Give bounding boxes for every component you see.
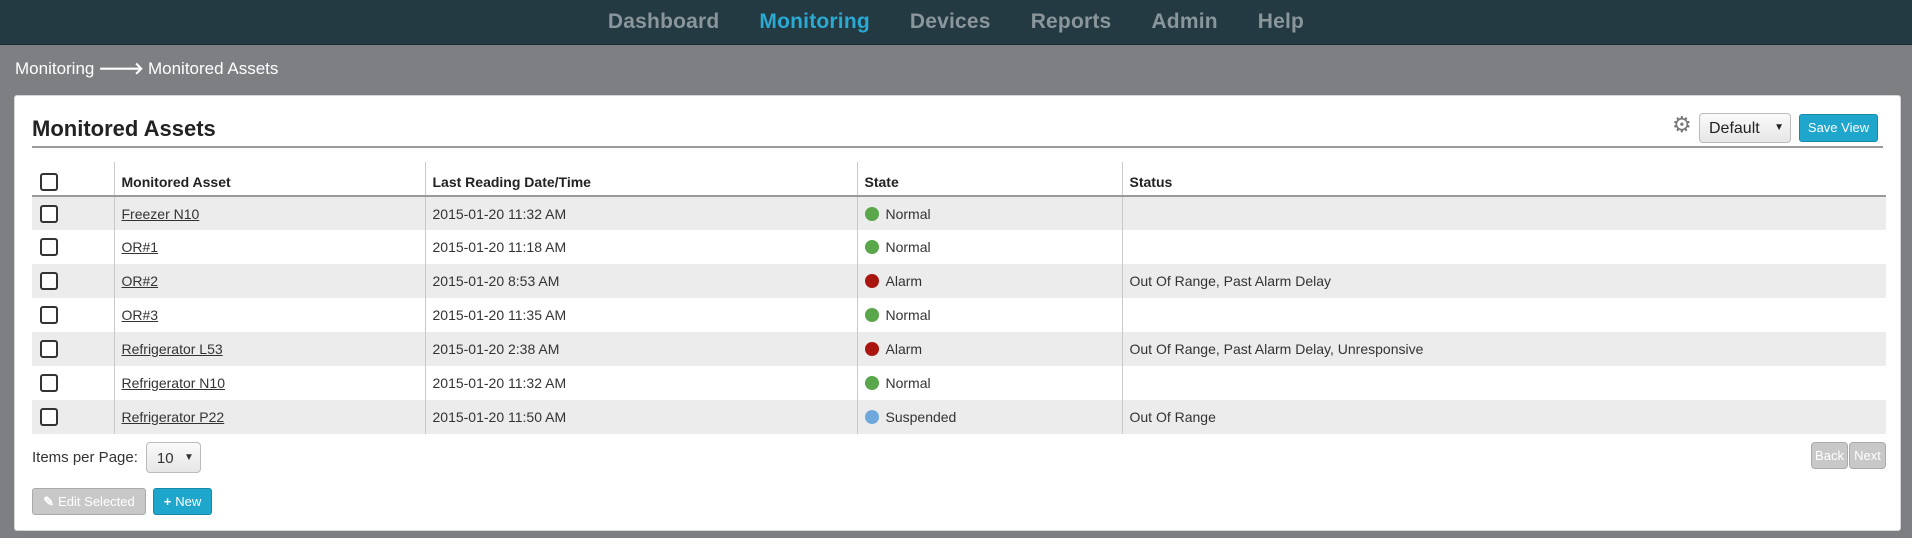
asset-link[interactable]: OR#3: [122, 307, 159, 323]
plus-icon: +: [163, 494, 172, 509]
state-dot-icon: [864, 342, 879, 356]
edit-selected-button[interactable]: ✎ Edit Selected: [32, 488, 146, 515]
items-per-page-select[interactable]: 10 ▼: [145, 442, 201, 473]
state-dot-icon: [864, 274, 879, 288]
nav-devices[interactable]: Devices: [910, 10, 991, 34]
breadcrumb-monitoring[interactable]: Monitoring: [15, 59, 94, 79]
table-row: OR#1 2015-01-20 11:18 AM Normal: [32, 230, 1886, 264]
row-checkbox[interactable]: [40, 272, 58, 291]
panel-header: Monitored Assets ⚙ Default ▼ Save View: [32, 106, 1883, 148]
nav-admin[interactable]: Admin: [1151, 10, 1217, 34]
last-reading-cell: 2015-01-20 2:38 AM: [424, 332, 857, 366]
table-row: OR#2 2015-01-20 8:53 AM Alarm Out Of Ran…: [32, 264, 1886, 298]
state-label: Suspended: [885, 409, 957, 425]
status-cell: Out Of Range, Past Alarm Delay, Unrespon…: [1121, 332, 1886, 366]
row-checkbox[interactable]: [40, 374, 58, 393]
header-monitored-asset[interactable]: Monitored Asset: [113, 162, 425, 197]
caret-down-icon: ▼: [1774, 122, 1784, 133]
last-reading-cell: 2015-01-20 11:32 AM: [424, 366, 857, 400]
table-header-row: Monitored Asset Last Reading Date/Time S…: [32, 162, 1886, 197]
status-cell: Out Of Range, Past Alarm Delay: [1121, 264, 1886, 298]
state-dot-icon: [864, 240, 879, 254]
edit-icon: ✎: [43, 494, 55, 509]
caret-down-icon: ▼: [183, 452, 194, 463]
page-title: Monitored Assets: [32, 116, 216, 141]
state-label: Normal: [885, 375, 931, 391]
state-dot-icon: [864, 410, 879, 424]
select-all-checkbox[interactable]: [40, 173, 58, 192]
row-checkbox[interactable]: [40, 306, 58, 325]
last-reading-cell: 2015-01-20 11:32 AM: [424, 196, 857, 230]
status-cell: [1121, 298, 1886, 332]
row-checkbox[interactable]: [40, 408, 58, 427]
last-reading-cell: 2015-01-20 11:50 AM: [424, 400, 857, 434]
table-row: Freezer N10 2015-01-20 11:32 AM Normal: [32, 196, 1886, 230]
asset-link[interactable]: Refrigerator N10: [122, 375, 226, 391]
nav-help[interactable]: Help: [1258, 10, 1304, 34]
header-last-reading[interactable]: Last Reading Date/Time: [424, 162, 857, 197]
last-reading-cell: 2015-01-20 11:18 AM: [424, 230, 857, 264]
header-status[interactable]: Status: [1121, 162, 1886, 197]
top-navigation: Dashboard Monitoring Devices Reports Adm…: [0, 0, 1912, 45]
asset-link[interactable]: Refrigerator L53: [122, 341, 223, 357]
status-cell: [1121, 366, 1886, 400]
table-row: Refrigerator N10 2015-01-20 11:32 AM Nor…: [32, 366, 1886, 400]
status-cell: [1121, 196, 1886, 230]
state-dot-icon: [864, 308, 879, 322]
table-row: OR#3 2015-01-20 11:35 AM Normal: [32, 298, 1886, 332]
new-button[interactable]: + New: [153, 488, 212, 515]
status-cell: [1121, 230, 1886, 264]
view-select-value: Default: [1709, 120, 1760, 137]
state-label: Normal: [885, 307, 931, 323]
breadcrumb-arrow-icon: 🡒: [98, 59, 144, 78]
items-per-page-label: Items per Page:: [32, 449, 138, 466]
items-per-page: Items per Page: 10 ▼: [32, 442, 201, 473]
row-checkbox[interactable]: [40, 204, 58, 223]
assets-table: Monitored Asset Last Reading Date/Time S…: [32, 162, 1886, 434]
items-per-page-value: 10: [156, 450, 174, 467]
status-cell: Out Of Range: [1121, 400, 1886, 434]
monitored-assets-panel: Monitored Assets ⚙ Default ▼ Save View M…: [14, 95, 1901, 531]
row-checkbox[interactable]: [40, 238, 58, 257]
asset-link[interactable]: OR#2: [122, 273, 159, 289]
nav-monitoring[interactable]: Monitoring: [759, 10, 869, 34]
nav-reports[interactable]: Reports: [1031, 10, 1112, 34]
state-label: Normal: [885, 239, 931, 255]
next-button[interactable]: Next: [1849, 442, 1886, 469]
last-reading-cell: 2015-01-20 8:53 AM: [424, 264, 857, 298]
state-label: Alarm: [885, 273, 923, 289]
header-state[interactable]: State: [856, 162, 1122, 197]
edit-selected-label: Edit Selected: [58, 494, 135, 509]
row-checkbox[interactable]: [40, 340, 58, 359]
state-dot-icon: [864, 206, 879, 221]
view-select[interactable]: Default ▼: [1699, 113, 1791, 143]
asset-link[interactable]: Refrigerator P22: [122, 409, 225, 425]
gear-icon[interactable]: ⚙: [1672, 114, 1694, 136]
table-row: Refrigerator P22 2015-01-20 11:50 AM Sus…: [32, 400, 1886, 434]
last-reading-cell: 2015-01-20 11:35 AM: [424, 298, 857, 332]
asset-link[interactable]: OR#1: [122, 239, 159, 255]
asset-link[interactable]: Freezer N10: [122, 206, 200, 222]
state-label: Normal: [885, 205, 931, 222]
new-label: New: [175, 494, 202, 509]
header-select-all: [32, 162, 114, 197]
state-dot-icon: [864, 376, 879, 390]
breadcrumb: Monitoring 🡒 Monitored Assets: [0, 45, 1912, 93]
save-view-button[interactable]: Save View: [1799, 114, 1878, 142]
table-row: Refrigerator L53 2015-01-20 2:38 AM Alar…: [32, 332, 1886, 366]
state-label: Alarm: [885, 341, 923, 357]
nav-dashboard[interactable]: Dashboard: [608, 10, 720, 34]
breadcrumb-current: Monitored Assets: [147, 59, 279, 78]
back-button[interactable]: Back: [1811, 442, 1848, 469]
